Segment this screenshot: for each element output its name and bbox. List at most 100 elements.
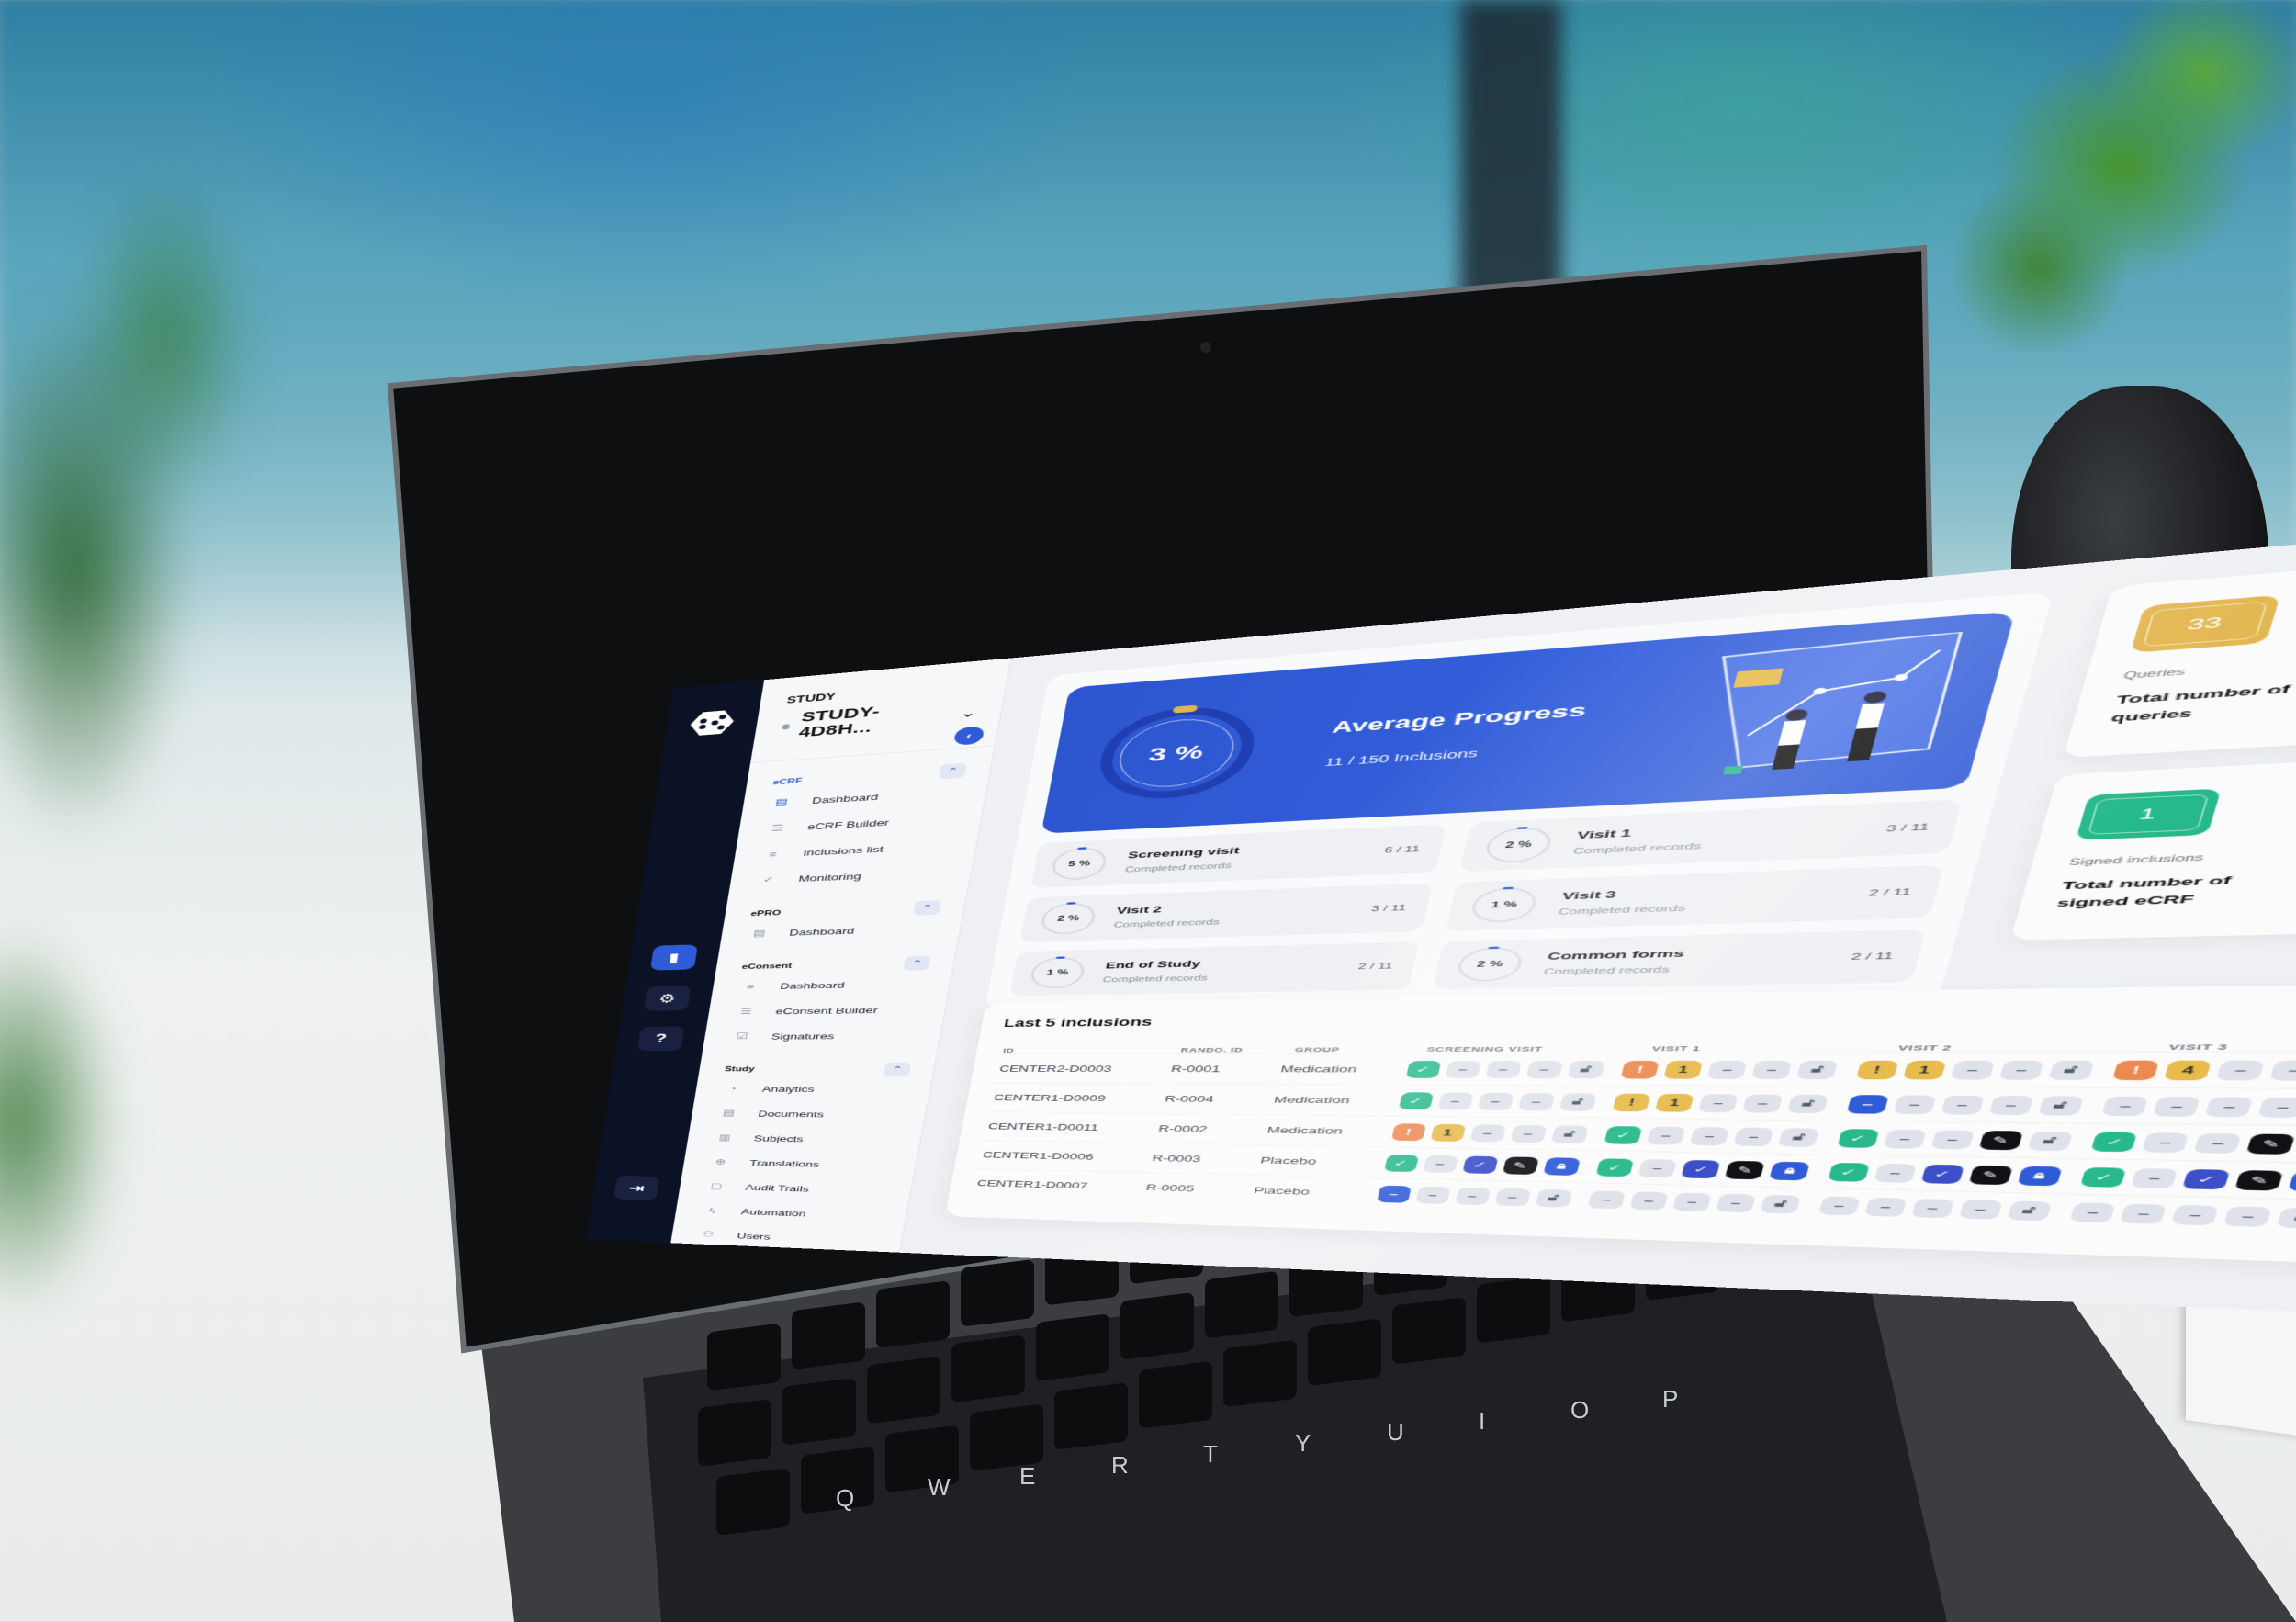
empty-status-icon[interactable]: – [1647,1126,1686,1145]
empty-status-icon[interactable]: – [2205,1096,2255,1117]
empty-status-icon[interactable]: – [1988,1095,2034,1115]
empty-status-icon[interactable]: – [2101,1096,2149,1116]
empty-status-icon[interactable]: – [2257,1097,2296,1118]
empty-status-icon[interactable]: – [1525,1060,1563,1078]
locked-status-icon[interactable]: 🔒︎ [1542,1156,1581,1176]
visit-progress-card[interactable]: 1 % Visit 3 Completed records 2 / 11 [1446,864,1945,931]
in-progress-status-icon[interactable]: – [1376,1185,1412,1203]
empty-status-icon[interactable]: – [1517,1092,1555,1110]
empty-status-icon[interactable]: – [1910,1198,1954,1218]
empty-status-icon[interactable]: – [1477,1092,1514,1110]
visit-progress-card[interactable]: 2 % Common forms Completed records 2 / 11 [1432,929,1927,990]
query-alert-icon[interactable]: ! [1620,1060,1660,1079]
stat-card-queries[interactable]: 33 Queries Total number of queries [2063,557,2296,759]
empty-status-icon[interactable]: – [2069,1201,2117,1222]
unlocked-status-icon[interactable]: 🔓︎ [1559,1092,1597,1111]
signed-status-icon[interactable]: ✎ [1725,1160,1766,1179]
sidebar-item-dashboard[interactable]: ▤ Dashboard [746,915,940,946]
empty-status-icon[interactable]: – [1509,1124,1548,1143]
empty-status-icon[interactable]: – [1629,1191,1669,1211]
completed-status-icon[interactable]: ✓ [1405,1060,1442,1078]
empty-status-icon[interactable]: – [1437,1092,1474,1110]
query-count-icon[interactable]: 1 [1429,1123,1466,1142]
query-count-icon[interactable]: 1 [1902,1060,1946,1080]
empty-status-icon[interactable]: – [1883,1129,1927,1149]
unlocked-status-icon[interactable]: 🔓︎ [2277,1207,2296,1229]
query-count-icon[interactable]: 1 [1655,1093,1695,1112]
unlocked-status-icon[interactable]: 🔓︎ [1566,1060,1605,1078]
signed-status-icon[interactable]: ✎ [1502,1156,1539,1175]
empty-status-icon[interactable]: – [1733,1127,1774,1146]
empty-status-icon[interactable]: – [1484,1060,1522,1078]
signed-status-icon[interactable]: ✎ [1978,1130,2023,1150]
empty-status-icon[interactable]: – [1690,1126,1730,1145]
unlocked-status-icon[interactable]: 🔓︎ [1550,1124,1589,1143]
completed-status-icon[interactable]: ✓ [2091,1132,2138,1152]
query-alert-icon[interactable]: ! [2112,1060,2160,1080]
unlocked-status-icon[interactable]: 🔓︎ [1796,1060,1839,1079]
verified-status-icon[interactable]: ✓ [1461,1155,1499,1174]
completed-status-icon[interactable]: ✓ [1383,1154,1419,1172]
completed-status-icon[interactable]: ✓ [1604,1125,1643,1144]
empty-status-icon[interactable]: – [2142,1132,2190,1153]
completed-status-icon[interactable]: ✓ [1837,1128,1880,1148]
chevron-up-icon[interactable]: ⌃ [883,1062,912,1077]
empty-status-icon[interactable]: – [2223,1205,2273,1227]
sidebar-item-dashboard[interactable]: ≡ Dashboard [737,970,929,999]
visit-progress-card[interactable]: 2 % Visit 1 Completed records 3 / 11 [1459,799,1964,873]
empty-status-icon[interactable]: – [2193,1132,2243,1154]
unlocked-status-icon[interactable]: 🔓︎ [2037,1095,2084,1116]
unlocked-status-icon[interactable]: 🔓︎ [1778,1127,1820,1147]
empty-status-icon[interactable]: – [1493,1188,1531,1207]
empty-status-icon[interactable]: – [1940,1095,1985,1115]
empty-status-icon[interactable]: – [1874,1163,1917,1183]
completed-status-icon[interactable]: ✓ [1595,1157,1635,1177]
unlocked-status-icon[interactable]: 🔓︎ [2027,1131,2073,1151]
sidebar-item-analytics[interactable]: ◔ Analytics [719,1076,908,1103]
in-progress-status-icon[interactable]: – [1846,1094,1889,1114]
empty-status-icon[interactable]: – [1414,1186,1451,1204]
unlocked-status-icon[interactable]: 🔓︎ [1760,1194,1802,1214]
logout-button[interactable]: ⇥ [613,1175,660,1201]
empty-status-icon[interactable]: – [1698,1093,1739,1112]
empty-status-icon[interactable]: – [1950,1060,1995,1080]
empty-status-icon[interactable]: – [1706,1060,1748,1079]
locked-status-icon[interactable]: 🔒︎ [1769,1161,1811,1180]
chevron-up-icon[interactable]: ⌃ [913,900,942,916]
signed-status-icon[interactable]: ✎ [2234,1169,2285,1191]
rail-button-help[interactable]: ? [636,1026,685,1052]
empty-status-icon[interactable]: – [1863,1197,1908,1217]
empty-status-icon[interactable]: – [1930,1129,1975,1150]
sidebar-item-econsent-builder[interactable]: ☰ eConsent Builder [732,997,923,1024]
empty-status-icon[interactable]: – [1751,1060,1793,1079]
unlocked-status-icon[interactable]: 🔓︎ [2048,1060,2095,1080]
query-count-icon[interactable]: 1 [1663,1060,1704,1079]
empty-status-icon[interactable]: – [1716,1193,1757,1212]
unlocked-status-icon[interactable]: 🔓︎ [1535,1188,1572,1208]
empty-status-icon[interactable]: – [1445,1060,1481,1078]
empty-status-icon[interactable]: – [2171,1204,2220,1225]
empty-status-icon[interactable]: – [2216,1060,2266,1081]
query-count-icon[interactable]: ! [1612,1093,1651,1111]
chevron-up-icon[interactable]: ⌃ [903,955,931,971]
empty-status-icon[interactable]: – [1587,1189,1626,1209]
empty-status-icon[interactable]: – [2131,1167,2178,1188]
empty-status-icon[interactable]: – [1422,1155,1458,1173]
empty-status-icon[interactable]: – [1672,1192,1713,1211]
empty-status-icon[interactable]: – [1958,1199,2003,1220]
signed-status-icon[interactable]: ✎ [2246,1133,2296,1155]
query-alert-icon[interactable]: ! [1390,1122,1426,1141]
empty-status-icon[interactable]: – [2269,1060,2296,1081]
empty-status-icon[interactable]: – [1469,1123,1506,1143]
empty-status-icon[interactable]: – [1638,1158,1678,1177]
empty-status-icon[interactable]: – [1818,1196,1861,1216]
completed-status-icon[interactable]: ✓ [1827,1162,1870,1182]
sidebar-item-documents[interactable]: ▤ Documents [715,1100,904,1128]
empty-status-icon[interactable]: – [2153,1096,2201,1117]
query-count-icon[interactable]: ! [1855,1060,1899,1079]
visit-progress-card[interactable]: 5 % Screening visit Completed records 6 / 1… [1030,823,1447,889]
locked-status-icon[interactable]: 🔒︎ [2288,1170,2296,1192]
rail-button-document[interactable]: ▮ [649,944,699,971]
completed-status-icon[interactable]: ✓ [1398,1091,1434,1109]
stat-card-signed-inclusions[interactable]: 1 Signed inclusions Total number of signed… [2009,757,2296,941]
